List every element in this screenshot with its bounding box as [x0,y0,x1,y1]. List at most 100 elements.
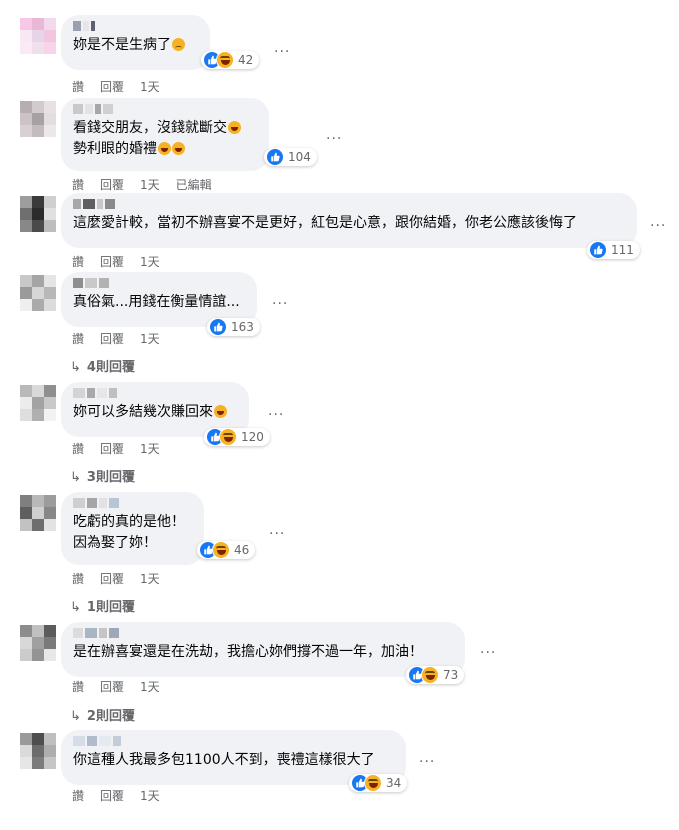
more-options-icon[interactable]: ··· [268,408,284,422]
like-button[interactable]: 讚 [72,789,84,803]
reply-button[interactable]: 回覆 [100,442,124,456]
like-button[interactable]: 讚 [72,255,84,269]
like-button[interactable]: 讚 [72,332,84,346]
author-name-pixel [109,498,119,508]
reply-button[interactable]: 回覆 [100,178,124,192]
avatar-pixel [44,385,56,397]
reply-button[interactable]: 回覆 [100,255,124,269]
laughing-emoji-icon [219,428,237,446]
comment-timestamp[interactable]: 1天 [140,442,160,456]
view-replies-link[interactable]: ↳ 3則回覆 [70,466,135,485]
comment-actions: 讚 回覆 1天 [72,330,176,347]
author-name-pixel [99,628,107,638]
author-name-pixel [85,278,97,288]
view-replies-link[interactable]: ↳ 1則回覆 [70,596,135,615]
more-options-icon[interactable]: ··· [274,45,290,59]
author-name-pixel [73,736,85,746]
reactions-summary[interactable]: 111 [587,241,640,259]
avatar-pixel [20,30,32,42]
reaction-count: 46 [234,543,250,557]
comment-actions: 讚 回覆 1天 [72,78,176,95]
view-replies-label: 4則回覆 [86,360,135,375]
like-button[interactable]: 讚 [72,572,84,586]
reactions-summary[interactable]: 42 [201,51,260,69]
reaction-count: 163 [231,320,254,334]
like-button[interactable]: 讚 [72,178,84,192]
view-replies-label: 3則回覆 [86,470,135,485]
reply-button[interactable]: 回覆 [100,680,124,694]
avatar[interactable] [20,275,56,311]
comment-timestamp[interactable]: 1天 [140,178,160,192]
comment-timestamp[interactable]: 1天 [140,255,160,269]
avatar-pixel [32,101,44,113]
author-name-pixel [97,199,103,209]
comment-actions: 讚 回覆 1天 [72,678,176,695]
reply-button[interactable]: 回覆 [100,572,124,586]
like-button[interactable]: 讚 [72,680,84,694]
view-replies-link[interactable]: ↳ 4則回覆 [70,356,135,375]
comment-timestamp[interactable]: 1天 [140,332,160,346]
avatar-pixel [32,385,44,397]
avatar-pixel [44,113,56,125]
avatar-pixel [20,287,32,299]
avatar-pixel [32,649,44,661]
comment-bubble: 吃虧的真的是他！ 因為娶了妳！ [61,492,204,565]
reply-button[interactable]: 回覆 [100,789,124,803]
laughing-emoji-icon [364,774,382,792]
reply-button[interactable]: 回覆 [100,80,124,94]
comment-bubble: 看錢交朋友，沒錢就斷交 勢利眼的婚禮 [61,98,269,171]
avatar[interactable] [20,385,56,421]
more-options-icon[interactable]: ··· [272,297,288,311]
avatar-pixel [20,625,32,637]
avatar-pixel [20,637,32,649]
reactions-summary[interactable]: 73 [406,666,465,684]
reaction-count: 34 [386,776,402,790]
avatar[interactable] [20,495,56,531]
author-name-pixel [99,736,111,746]
like-button[interactable]: 讚 [72,80,84,94]
comment-text-line: 你這種人我最多包1100人不到，喪禮這樣很大了 [73,752,375,768]
comment-timestamp[interactable]: 1天 [140,572,160,586]
avatar[interactable] [20,733,56,769]
author-name-pixel [73,628,83,638]
comment-text: 勢利眼的婚禮 [73,139,185,160]
reactions-summary[interactable]: 104 [264,148,317,166]
comment-timestamp[interactable]: 1天 [140,80,160,94]
more-options-icon[interactable]: ··· [480,646,496,660]
comment-timestamp[interactable]: 1天 [140,680,160,694]
avatar[interactable] [20,196,56,232]
reply-button[interactable]: 回覆 [100,332,124,346]
author-name-pixel [103,104,113,114]
avatar[interactable] [20,18,56,54]
reactions-summary[interactable]: 163 [207,318,260,336]
avatar[interactable] [20,625,56,661]
avatar-pixel [20,125,32,137]
avatar-pixel [44,18,56,30]
more-options-icon[interactable]: ··· [419,755,435,769]
author-name-pixel [113,736,121,746]
avatar-pixel [44,125,56,137]
view-replies-link[interactable]: ↳ 2則回覆 [70,705,135,724]
author-name-pixel [99,498,107,508]
reactions-summary[interactable]: 46 [197,541,256,559]
like-button[interactable]: 讚 [72,442,84,456]
sad-emoji-icon [172,38,185,51]
more-options-icon[interactable]: ··· [650,219,666,233]
comment-text: 吃虧的真的是他！ [73,512,185,533]
avatar-pixel [32,196,44,208]
comment-timestamp[interactable]: 1天 [140,789,160,803]
comment-bubble: 妳是不是生病了 [61,15,210,70]
avatar-pixel [20,507,32,519]
more-options-icon[interactable]: ··· [326,132,342,146]
avatar-pixel [44,220,56,232]
reactions-summary[interactable]: 34 [349,774,408,792]
author-name-pixel [83,199,95,209]
author-name-pixel [85,104,93,114]
reactions-summary[interactable]: 120 [204,428,270,446]
avatar-pixel [32,125,44,137]
avatar[interactable] [20,101,56,137]
comment-text-line: 勢利眼的婚禮 [73,141,157,157]
laughing-emoji-icon [172,142,185,155]
more-options-icon[interactable]: ··· [269,527,285,541]
comment-text-line: 這麼愛計較，當初不辦喜宴不是更好，紅包是心意，跟你結婚，你老公應該後悔了 [73,215,577,231]
